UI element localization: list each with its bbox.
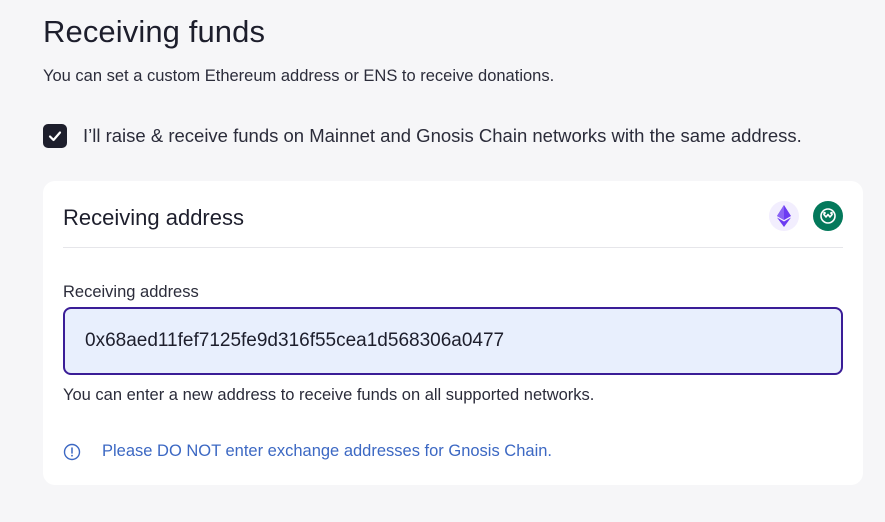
same-address-label[interactable]: I’ll raise & receive funds on Mainnet an…: [83, 125, 802, 147]
info-icon: [63, 443, 81, 460]
receiving-address-input[interactable]: [63, 307, 843, 375]
section-subtitle: You can set a custom Ethereum address or…: [43, 67, 555, 85]
address-helper-text: You can enter a new address to receive f…: [63, 386, 595, 404]
receiving-address-card: Receiving address Receiving address Yo: [43, 181, 863, 485]
gnosis-chain-icon: [813, 201, 843, 231]
section-title: Receiving funds: [43, 14, 266, 49]
same-address-checkbox[interactable]: [43, 124, 67, 148]
same-address-option[interactable]: I’ll raise & receive funds on Mainnet an…: [43, 124, 802, 148]
warning-text: Please DO NOT enter exchange addresses f…: [102, 442, 553, 460]
checkmark-icon: [48, 131, 62, 142]
exchange-warning: Please DO NOT enter exchange addresses f…: [63, 442, 552, 461]
network-icons: [769, 201, 843, 231]
address-field-label: Receiving address: [63, 283, 199, 301]
ethereum-icon: [769, 201, 799, 231]
card-header: Receiving address: [63, 181, 843, 248]
card-title: Receiving address: [63, 205, 244, 230]
